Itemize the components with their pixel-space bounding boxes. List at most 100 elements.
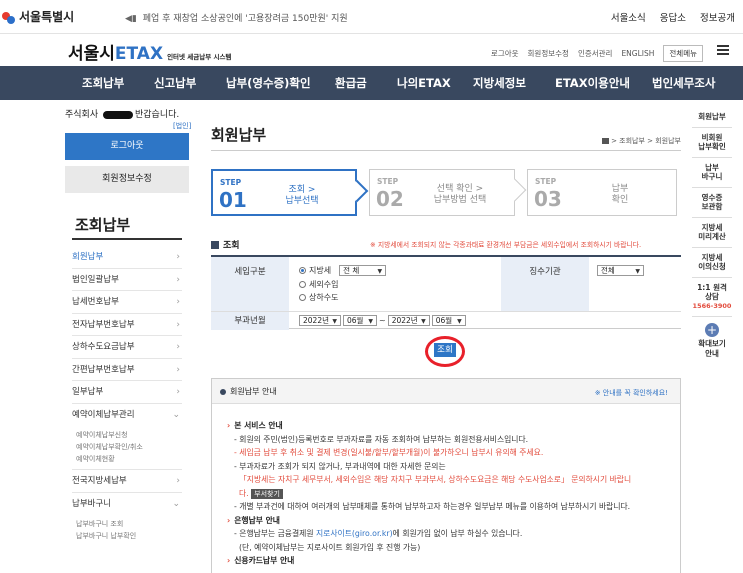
radio-nontax-label: 세외수입 — [309, 280, 339, 289]
sub-item-scheduled-apply[interactable]: 예약이체납부신청 — [76, 429, 182, 441]
info-line: - 회원의 주민(법인)등록번호로 부과자료를 자동 조회하여 납부하는 회원전… — [234, 434, 529, 444]
quick-phone: 1566-3900 — [692, 301, 732, 310]
sidebar-title: 조회납부 — [75, 216, 131, 234]
hamburger-icon[interactable] — [717, 45, 729, 55]
agency-select-value: 전체 — [601, 266, 615, 275]
chevron-down-icon: ▼ — [635, 268, 640, 275]
step-desc: 선택 확인 > 납부방법 선택 — [414, 184, 506, 206]
quick-nonmember-check[interactable]: 비회원 납부확인 — [692, 128, 732, 158]
to-year-value: 2022년 — [391, 316, 418, 325]
nav-report-payment[interactable]: 신고납부 — [154, 75, 196, 91]
sub-item-basket-view[interactable]: 납부바구니 조회 — [76, 518, 182, 530]
quick-member-payment[interactable]: 회원납부 — [692, 107, 732, 128]
sidebar-item-member-payment[interactable]: 회원납부 › — [72, 246, 182, 269]
giro-link[interactable]: 지로사이트(giro.or.kr) — [316, 529, 393, 538]
step-desc-line2: 확인 — [611, 195, 629, 205]
sidebar-logout-button[interactable]: 로그아웃 — [65, 133, 189, 160]
quick-receipt-box[interactable]: 영수증 보관함 — [692, 188, 732, 218]
radio-local-tax[interactable] — [299, 267, 306, 274]
home-icon[interactable] — [602, 138, 610, 144]
sidebar-item-electronic-number[interactable]: 전자납부번호납부 › — [72, 314, 182, 336]
to-month-value: 06월 — [435, 316, 453, 325]
sidebar-item-tax-number[interactable]: 납세번호납부 › — [72, 291, 182, 314]
chevron-right-icon: › — [176, 364, 180, 375]
step-3: STEP 03 납부 확인 — [527, 169, 677, 216]
nav-etax-guide[interactable]: ETAX이용안내 — [555, 75, 630, 91]
sidebar-item-water-bill[interactable]: 상하수도요금납부 › — [72, 336, 182, 359]
info-body: 본 서비스 안내 - 회원의 주민(법인)등록번호로 부과자료를 자동 조회하여… — [227, 419, 677, 568]
nav-local-tax-info[interactable]: 지방세정보 — [473, 75, 526, 91]
info-heading-card: 신용카드납부 안내 — [227, 554, 677, 568]
to-month-select[interactable]: 06월 ▼ — [431, 315, 466, 326]
seoul-logo[interactable]: 서울특별시 — [2, 8, 74, 25]
step-desc-line2: 납부선택 — [285, 196, 319, 206]
link-english[interactable]: ENGLISH — [621, 49, 654, 58]
sidebar-item-simple-number[interactable]: 간편납부번호납부 › — [72, 359, 182, 381]
sidebar-submenu-scheduled: 예약이체납부신청 예약이체납부확인/취소 예약이체현황 — [72, 426, 182, 470]
nav-corp-audit[interactable]: 법인세무조사 — [652, 75, 715, 91]
find-department-button[interactable]: 부서찾기 — [251, 488, 283, 499]
sidebar-item-basket[interactable]: 납부바구니 ⌄ — [72, 493, 182, 516]
quick-zoom-guide[interactable]: 확대보기 안내 — [692, 339, 732, 358]
link-seoul-news[interactable]: 서울소식 — [611, 10, 646, 24]
link-cert-manage[interactable]: 인증서관리 — [578, 48, 613, 59]
utility-links: 로그아웃 회원정보수정 인증서관리 ENGLISH 전체메뉴 — [491, 45, 703, 62]
zoom-plus-icon[interactable]: + — [705, 323, 719, 337]
link-eungdapso[interactable]: 응답소 — [660, 10, 686, 24]
nav-my-etax[interactable]: 나의ETAX — [397, 75, 451, 91]
sidebar-item-nationwide[interactable]: 전국지방세납부 › — [72, 470, 182, 493]
agency-select[interactable]: 전체 ▼ — [597, 265, 644, 276]
link-logout[interactable]: 로그아웃 — [491, 48, 519, 59]
chevron-down-icon: ▼ — [368, 318, 373, 325]
etax-logo[interactable]: 서울시ETAX 인터넷 세금납부 시스템 — [68, 39, 231, 64]
nav-receipt-check[interactable]: 납부(영수증)확인 — [226, 75, 311, 91]
square-bullet-icon — [211, 240, 219, 249]
sub-item-scheduled-check[interactable]: 예약이체납부확인/취소 — [76, 441, 182, 453]
radio-water-label: 상하수도 — [309, 293, 339, 302]
info-header: 회원납부 안내 ※ 안내를 꼭 확인하세요! — [212, 379, 680, 404]
step-1: STEP 01 조회 > 납부선택 — [211, 169, 369, 216]
main-nav: 조회납부 신고납부 납부(영수증)확인 환급금 나의ETAX 지방세정보 ETA… — [0, 66, 743, 100]
from-month-select[interactable]: 06월 ▼ — [343, 315, 377, 326]
info-box: 회원납부 안내 ※ 안내를 꼭 확인하세요! 본 서비스 안내 - 회원의 주민… — [211, 378, 681, 573]
info-notice: ※ 안내를 꼭 확인하세요! — [594, 389, 668, 397]
quick-tax-calc[interactable]: 지방세 미리계산 — [692, 218, 732, 248]
sidebar-item-partial[interactable]: 일부납부 › — [72, 381, 182, 404]
link-member-edit[interactable]: 회원정보수정 — [528, 48, 569, 59]
step-label: STEP — [377, 177, 399, 186]
local-tax-select[interactable]: 전 체 ▼ — [339, 265, 387, 276]
to-year-select[interactable]: 2022년 ▼ — [387, 315, 430, 326]
step-desc-line1: 선택 확인 > — [436, 184, 484, 194]
quick-remote-support[interactable]: 1:1 원격 상담 1566-3900 — [692, 278, 732, 317]
notice-banner[interactable]: ◀▮ 폐업 후 재창업 소상공인에 '고용장려금 150만원' 지원 — [125, 11, 348, 24]
chevron-right-icon: › — [176, 274, 180, 285]
link-info-disclosure[interactable]: 정보공개 — [700, 10, 735, 24]
sidebar-item-label: 상하수도요금납부 — [72, 342, 135, 352]
title-divider — [211, 150, 681, 151]
info-line-bank-c: 에 회원가입 없이 납부 하실수 있습니다. — [392, 529, 523, 538]
sidebar-item-scheduled-transfer[interactable]: 예약이체납부관리 ⌄ — [72, 404, 182, 427]
from-year-select[interactable]: 2022년 ▼ — [299, 315, 341, 326]
top-utility-bar: 서울특별시 ◀▮ 폐업 후 재창업 소상공인에 '고용장려금 150만원' 지원… — [0, 0, 743, 34]
period-selects: 2022년 ▼ 06월 ▼ ~ 2022년 ▼ 06월 ▼ — [299, 315, 466, 326]
sub-item-scheduled-status[interactable]: 예약이체현황 — [76, 453, 182, 465]
etax-logo-seoul: 서울시 — [68, 44, 115, 64]
radio-nontax[interactable] — [299, 281, 306, 288]
step-label: STEP — [535, 177, 557, 186]
radio-water[interactable] — [299, 294, 306, 301]
sub-item-basket-confirm[interactable]: 납부바구니 납부확인 — [76, 530, 182, 542]
info-line: (단, 예약이체납부는 지로사이트 회원가입 후 진행 가능) — [239, 542, 421, 552]
nav-inquiry-payment[interactable]: 조회납부 — [82, 75, 124, 91]
quick-tax-objection[interactable]: 지방세 이의신청 — [692, 248, 732, 278]
step-arrow — [345, 179, 369, 203]
all-menu-button[interactable]: 전체메뉴 — [663, 45, 703, 62]
bullet-icon — [220, 388, 226, 395]
chevron-right-icon: › — [176, 297, 180, 307]
redacted-name — [103, 110, 133, 119]
info-line-bank-a: - 은행납부는 금융결제원 — [234, 529, 314, 538]
sidebar-item-corp-bulk[interactable]: 법인일괄납부 › — [72, 269, 182, 291]
quick-basket[interactable]: 납부 바구니 — [692, 158, 732, 188]
sidebar-member-edit-button[interactable]: 회원정보수정 — [65, 166, 189, 193]
nav-refund[interactable]: 환급금 — [335, 75, 367, 91]
sidebar-item-label: 일부납부 — [72, 387, 104, 397]
